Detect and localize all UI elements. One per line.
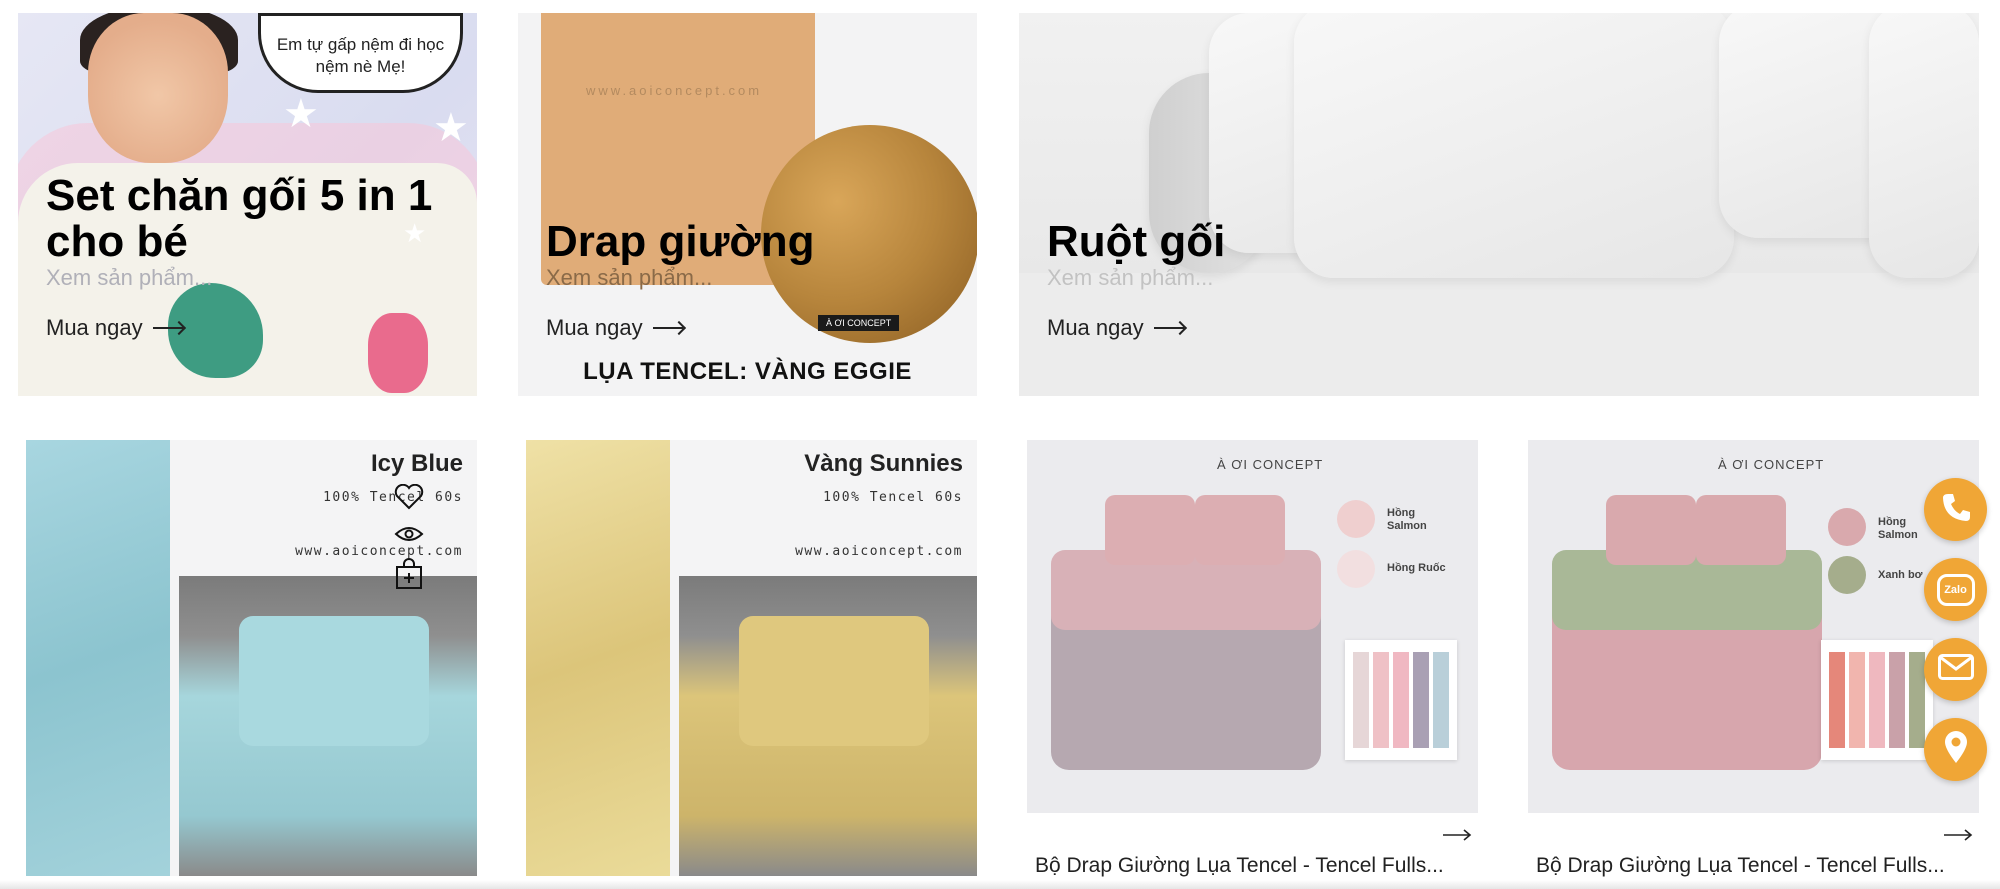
brand-logo: À ƠI CONCEPT xyxy=(1718,457,1825,472)
brand-tag: À ƠI CONCEPT xyxy=(818,315,900,331)
star-icon: ★ xyxy=(283,92,319,136)
product-image[interactable]: Vàng Sunnies 100% Tencel 60s www.aoiconc… xyxy=(526,440,977,876)
buy-now-link[interactable]: Mua ngay xyxy=(46,315,183,341)
palette-strip xyxy=(1353,652,1369,748)
phone-button[interactable] xyxy=(1924,478,1987,541)
category-subtitle: Xem sản phẩm... xyxy=(1047,265,1214,290)
buy-now-link[interactable]: Mua ngay xyxy=(1047,315,1184,341)
color-palette xyxy=(1345,640,1457,760)
brand-logo: À ƠI CONCEPT xyxy=(1217,457,1324,472)
phone-icon xyxy=(1939,490,1973,529)
palette-strip xyxy=(1909,652,1925,748)
zalo-button[interactable]: Zalo xyxy=(1924,558,1987,621)
map-pin-icon xyxy=(1943,730,1969,769)
product-card[interactable]: À ƠI CONCEPT Hồng Salmon Hồng Ruốc Bộ Dr… xyxy=(1027,440,1478,877)
speech-bubble: Em tự gấp nệm đi học nệm nè Mẹ! xyxy=(258,13,463,93)
color-swatch-label: Hồng Ruốc xyxy=(1387,562,1446,574)
color-swatch xyxy=(1828,556,1866,594)
product-name[interactable]: Bộ Drap Giường Lụa Tencel - Tencel Fulls… xyxy=(1035,854,1444,878)
category-banner-pillow[interactable]: Ruột gối Xem sản phẩm... Mua ngay xyxy=(1019,13,1979,396)
bed-pillow xyxy=(1105,495,1195,565)
image-subtitle: 100% Tencel 60s xyxy=(823,490,963,505)
product-image[interactable]: À ƠI CONCEPT Hồng Salmon Xanh bơ xyxy=(1528,440,1979,813)
color-swatch xyxy=(1337,550,1375,588)
category-subtitle: Xem sản phẩm... xyxy=(46,265,213,290)
zalo-label: Zalo xyxy=(1944,583,1967,596)
image-title: Vàng Sunnies xyxy=(804,450,963,477)
palette-strip xyxy=(1829,652,1845,748)
image-caption: LỤA TENCEL: VÀNG EGGIE xyxy=(583,358,912,385)
eye-icon[interactable] xyxy=(394,525,424,548)
product-image[interactable]: Icy Blue 100% Tencel 60s www.aoiconcept.… xyxy=(26,440,477,876)
bed-duvet xyxy=(239,616,429,746)
arrow-right-icon xyxy=(652,327,683,329)
palette-strip xyxy=(1373,652,1389,748)
image-url: www.aoiconcept.com xyxy=(295,544,463,559)
buy-now-label: Mua ngay xyxy=(546,315,643,340)
image-watermark-url: www.aoiconcept.com xyxy=(586,83,763,98)
pillow-image xyxy=(1869,13,1979,278)
palette-strip xyxy=(1433,652,1449,748)
heart-icon[interactable] xyxy=(394,483,424,515)
page: ★ ★ ★ Em tự gấp nệm đi học nệm nè Mẹ! Se… xyxy=(0,0,2000,889)
color-swatch xyxy=(1337,500,1375,538)
product-card[interactable]: Icy Blue 100% Tencel 60s www.aoiconcept.… xyxy=(26,440,477,876)
product-card[interactable]: Vàng Sunnies 100% Tencel 60s www.aoiconc… xyxy=(526,440,977,876)
arrow-right-icon xyxy=(152,327,183,329)
email-button[interactable] xyxy=(1924,638,1987,701)
category-title: Ruột gối xyxy=(1047,217,1226,266)
location-button[interactable] xyxy=(1924,718,1987,781)
star-icon: ★ xyxy=(433,106,469,150)
bed-pillow xyxy=(1696,495,1786,565)
product-image[interactable]: À ƠI CONCEPT Hồng Salmon Hồng Ruốc xyxy=(1027,440,1478,813)
product-card[interactable]: À ƠI CONCEPT Hồng Salmon Xanh bơ Bộ Drap… xyxy=(1528,440,1979,877)
bottom-edge xyxy=(0,880,2000,889)
category-banner-drap[interactable]: www.aoiconcept.com À ƠI CONCEPT Drap giư… xyxy=(518,13,977,396)
category-subtitle: Xem sản phẩm... xyxy=(546,265,713,290)
category-title: Set chăn gối 5 in 1 cho bé xyxy=(46,171,433,266)
product-name[interactable]: Bộ Drap Giường Lụa Tencel - Tencel Fulls… xyxy=(1536,854,1945,878)
mail-icon xyxy=(1937,654,1974,685)
bed-duvet xyxy=(739,616,929,746)
bed-pillow xyxy=(1195,495,1285,565)
palette-strip xyxy=(1889,652,1905,748)
category-title: Drap giường xyxy=(546,217,815,266)
image-title: Icy Blue xyxy=(370,450,463,477)
palette-strip xyxy=(1869,652,1885,748)
dino-print-pink xyxy=(368,313,428,393)
buy-now-link[interactable]: Mua ngay xyxy=(546,315,683,341)
color-swatch xyxy=(1828,508,1866,546)
child-photo xyxy=(88,13,228,163)
image-url: www.aoiconcept.com xyxy=(795,544,963,559)
shopping-bag-icon[interactable] xyxy=(395,558,423,595)
pillow-image xyxy=(1294,13,1734,278)
arrow-right-icon[interactable] xyxy=(1943,828,1973,847)
buy-now-label: Mua ngay xyxy=(1047,315,1144,340)
bed-pillow xyxy=(1606,495,1696,565)
color-swatch-label: Hồng Salmon xyxy=(1387,507,1427,532)
buy-now-label: Mua ngay xyxy=(46,315,143,340)
arrow-right-icon[interactable] xyxy=(1442,828,1472,847)
palette-strip xyxy=(1393,652,1409,748)
bed-photo xyxy=(679,576,977,876)
bed-photo xyxy=(179,576,477,876)
fabric-texture xyxy=(526,440,670,876)
palette-strip xyxy=(1413,652,1429,748)
product-actions xyxy=(394,483,424,595)
color-palette xyxy=(1821,640,1933,760)
zalo-icon: Zalo xyxy=(1936,573,1975,606)
category-banner-kids-set[interactable]: ★ ★ ★ Em tự gấp nệm đi học nệm nè Mẹ! Se… xyxy=(18,13,477,396)
palette-strip xyxy=(1849,652,1865,748)
fabric-texture xyxy=(26,440,170,876)
arrow-right-icon xyxy=(1153,327,1184,329)
